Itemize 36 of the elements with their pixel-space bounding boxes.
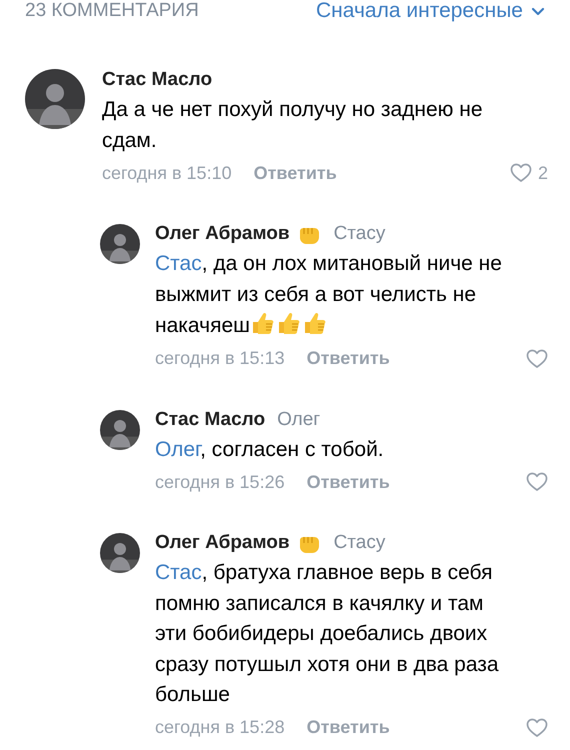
avatar[interactable]	[100, 533, 140, 573]
reply-to-link[interactable]: Стасу	[334, 223, 386, 245]
author-name[interactable]: Стас Масло	[102, 69, 212, 91]
mention-link[interactable]: Олег	[155, 438, 200, 460]
comment-time: сегодня в 15:10	[102, 162, 232, 184]
chevron-down-icon	[531, 6, 545, 16]
comment-time: сегодня в 15:26	[155, 472, 285, 492]
comment-text: Стас, братуха главное верь в себя помню записался в качялку и там эти бобибидеры доебались двоих сразу потушыл хотя они в два раза больше	[155, 560, 500, 708]
author-name[interactable]: Стас Масло	[155, 408, 266, 430]
heart-icon	[510, 163, 532, 183]
comment-text: Да а че нет похуй получу но заднею не сдам.	[102, 97, 484, 154]
avatar[interactable]	[100, 410, 140, 450]
author-name[interactable]: Олег Абрамов	[155, 532, 290, 554]
comment-text: Стас, да он лох митановый ниче не выжмит из себя а вот челисть не накачяеш	[155, 251, 503, 339]
like-button[interactable]	[526, 472, 548, 492]
reply-button[interactable]: Ответить	[306, 717, 390, 738]
comment-time: сегодня в 15:28	[155, 717, 285, 738]
avatar[interactable]	[100, 224, 140, 264]
heart-icon	[526, 348, 548, 368]
reply-button[interactable]: Ответить	[306, 472, 390, 492]
reply-button[interactable]: Ответить	[306, 348, 390, 369]
like-button[interactable]	[526, 348, 548, 368]
mention-link[interactable]: Стас	[155, 252, 202, 275]
reply-to-link[interactable]: Стасу	[334, 532, 386, 554]
comment-count: 23 КОММЕНТАРИЯ	[25, 1, 199, 21]
mention-link[interactable]: Стас	[155, 561, 202, 584]
reply-button[interactable]: Ответить	[254, 162, 337, 184]
comment-text: Олег, согласен с тобой.	[155, 436, 385, 462]
comment-time: сегодня в 15:13	[155, 348, 285, 369]
author-name[interactable]: Олег Абрамов	[155, 223, 290, 245]
heart-icon	[526, 472, 548, 492]
reply-to-link[interactable]: Олег	[277, 408, 320, 430]
heart-icon	[526, 718, 548, 738]
like-button[interactable]: 2	[510, 162, 548, 184]
like-button[interactable]	[526, 718, 548, 738]
sort-dropdown[interactable]: Сначала интересные	[316, 1, 545, 21]
